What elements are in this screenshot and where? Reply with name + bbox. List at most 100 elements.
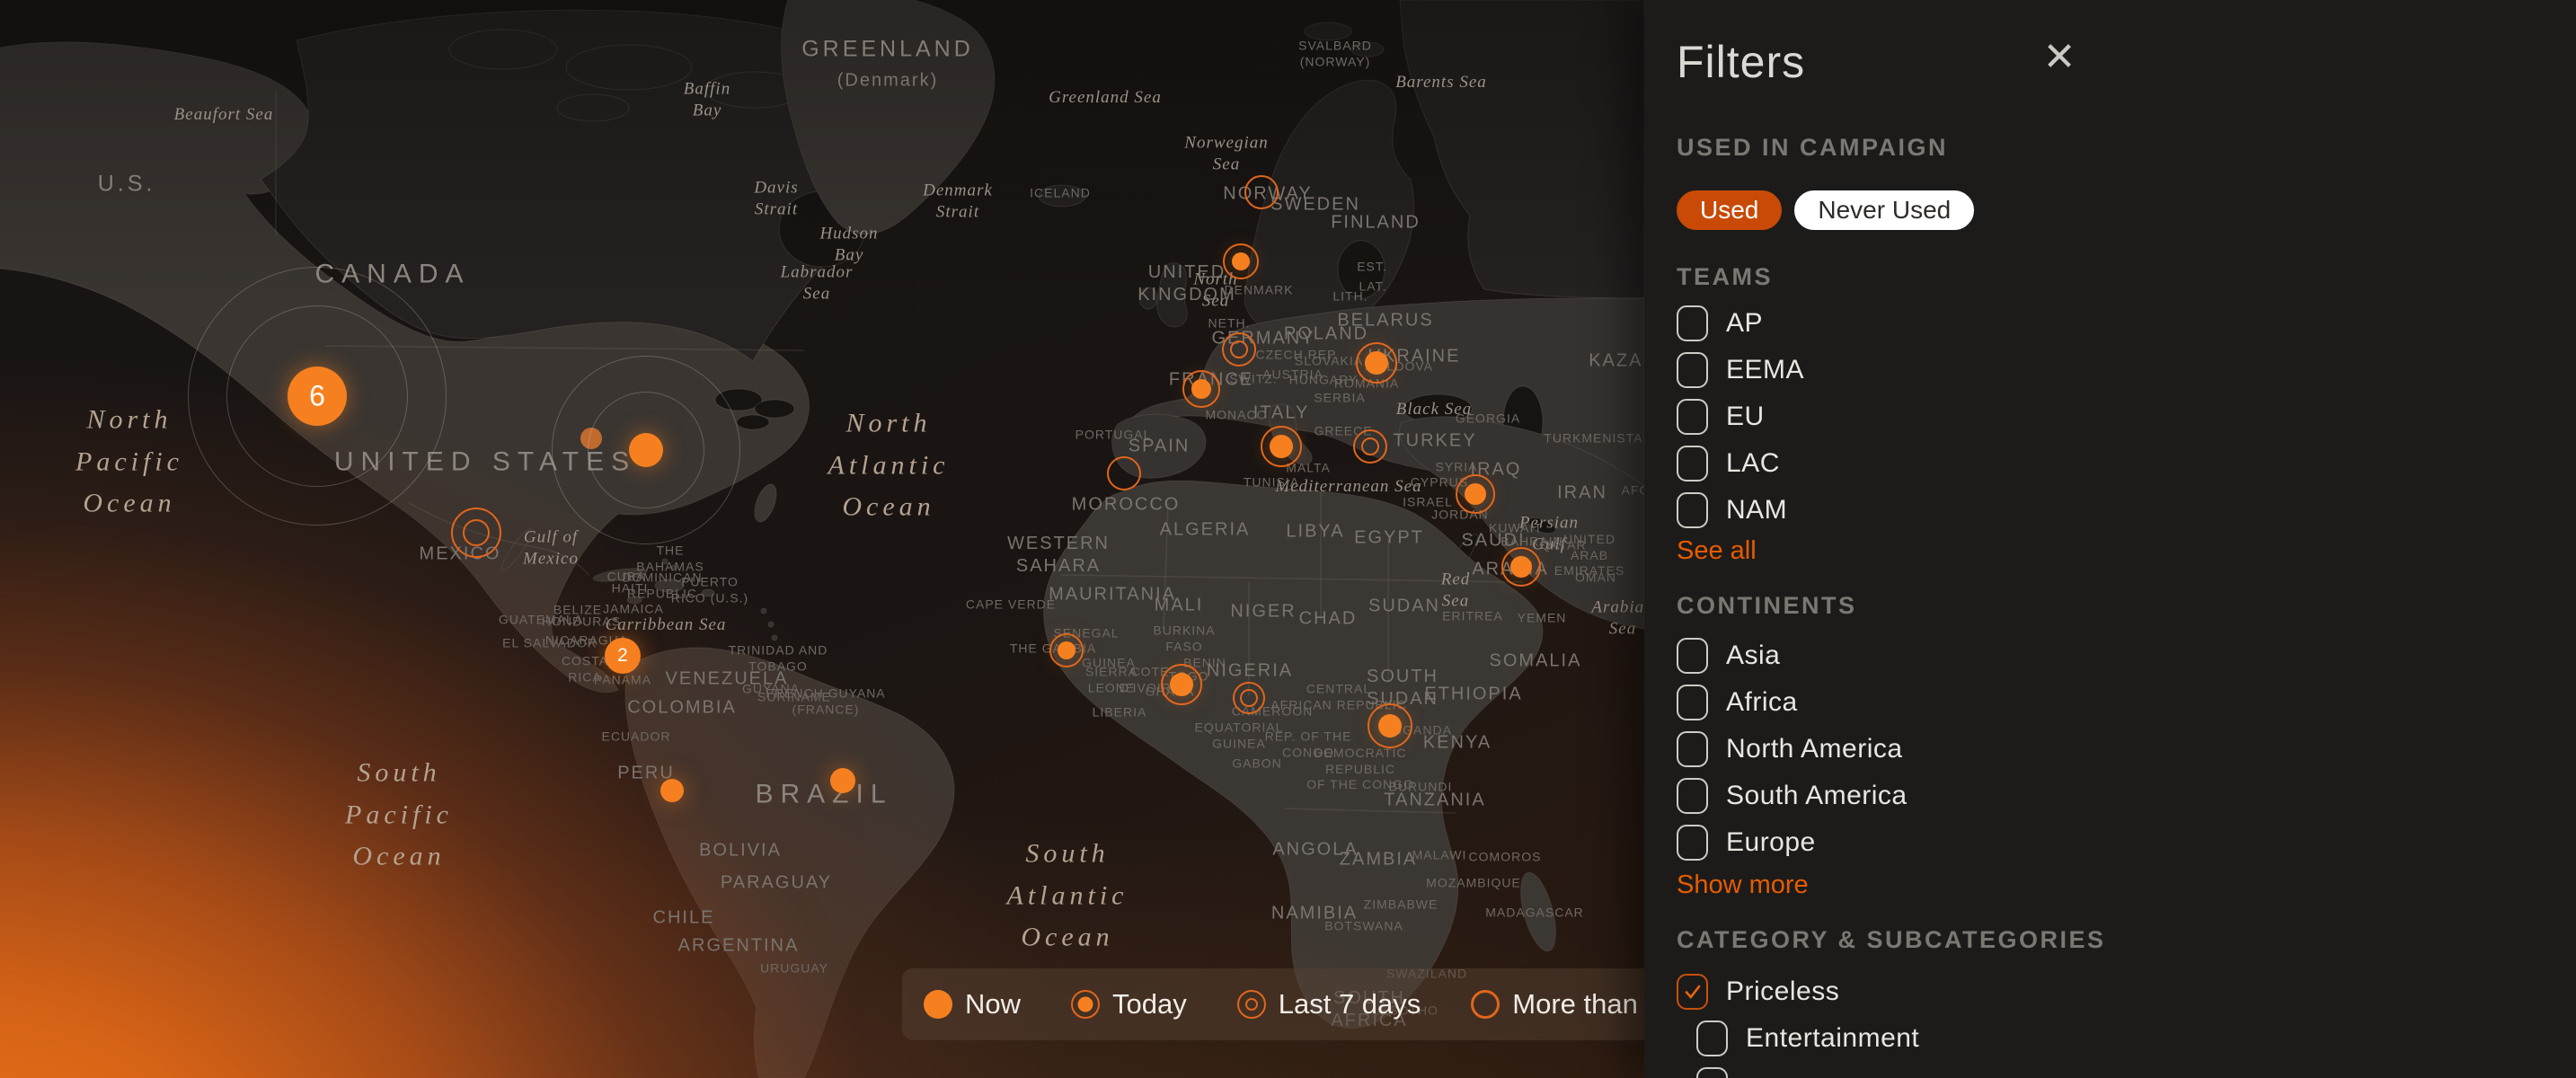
checkbox[interactable]	[1677, 399, 1708, 435]
checkbox-label: South America	[1726, 781, 1908, 811]
map-legend: Now Today Last 7 days More than 7 days ago	[902, 968, 1644, 1040]
app-screen: GREENLAND(Denmark)SVALBARD (NORWAY)U.S.C…	[0, 0, 2576, 1078]
map-label: KAZAK	[1589, 350, 1644, 373]
map-label: North Pacific Ocean	[75, 399, 183, 525]
map-label: EGYPT	[1354, 527, 1424, 550]
checkbox-row	[1677, 1062, 2576, 1078]
map-label: BURKINA FASO	[1153, 623, 1215, 655]
checkbox-row: LAC	[1677, 440, 2576, 487]
map-label: COMOROS	[1469, 849, 1542, 865]
map-label: ARGENTINA	[678, 935, 800, 958]
checkbox[interactable]	[1677, 305, 1708, 341]
legend-label: More than 7 days ago	[1512, 988, 1644, 1021]
checkbox[interactable]	[1677, 731, 1708, 767]
map-label: Labrador Sea	[781, 261, 854, 305]
marker-dot	[1270, 435, 1293, 458]
map-label: WESTERN SAHARA	[1007, 533, 1110, 578]
more7-marker-icon	[1471, 990, 1500, 1019]
marker-dot	[660, 779, 684, 802]
legend-item: Today	[1071, 988, 1187, 1021]
legend-item: Last 7 days	[1237, 988, 1421, 1021]
section-teams: TEAMS	[1677, 262, 2576, 291]
checkbox-label: Priceless	[1726, 976, 1839, 1007]
marker-dot	[1170, 673, 1193, 696]
close-icon[interactable]: ✕	[2034, 32, 2085, 83]
section-category-subcategories: CATEGORY & SUBCATEGORIES	[1677, 925, 2576, 954]
show-more-link[interactable]: Show more	[1677, 870, 1809, 900]
map-label: Hudson Bay	[819, 223, 878, 266]
checkbox[interactable]	[1677, 638, 1708, 674]
marker-dot	[1510, 556, 1532, 578]
used-filter-pill[interactable]: Never Used	[1794, 190, 1974, 230]
map-label: PARAGUAY	[721, 872, 832, 895]
map-label: TURKMENISTAN	[1544, 430, 1644, 446]
checkbox[interactable]	[1677, 446, 1708, 482]
marker-ring	[1244, 175, 1279, 209]
map-label: TUNISIA	[1244, 474, 1299, 490]
map-label: BELARUS	[1337, 310, 1433, 332]
marker-inner-ring	[1361, 437, 1379, 455]
map-label: MOZAMBIQUE	[1426, 875, 1521, 891]
checkbox[interactable]	[1677, 685, 1708, 720]
map-label: LIBYA	[1286, 521, 1344, 543]
map-label: SERBIA	[1314, 390, 1365, 406]
map-label: SUDAN	[1368, 596, 1440, 618]
map-label: URUGUAY	[760, 960, 828, 976]
map-label: Norwegian Sea	[1184, 132, 1268, 175]
marker-count: 2	[617, 645, 628, 667]
map-label: SOMALIA	[1490, 650, 1582, 673]
map-label: NIGERIA	[1207, 660, 1293, 683]
map-label: TURKEY	[1393, 430, 1476, 453]
checkbox-row: Africa	[1677, 679, 2576, 726]
map-label: PUERTO RICO (U.S.)	[671, 575, 748, 606]
map-label: Denmark Strait	[923, 180, 993, 223]
checkbox-row: NAM	[1677, 487, 2576, 534]
legend-label: Now	[965, 988, 1021, 1021]
checkbox[interactable]	[1677, 778, 1708, 814]
map-label: HUNGARY	[1289, 372, 1359, 388]
map-label: LITH.	[1332, 288, 1368, 305]
map-label: HONDURAS	[542, 614, 621, 630]
marker-dot	[1232, 252, 1250, 270]
map-label: Greenland Sea	[1049, 87, 1162, 109]
marker-dot	[830, 768, 855, 793]
checkbox[interactable]	[1677, 492, 1708, 528]
checkbox-label: North America	[1726, 734, 1903, 764]
checkbox-row: South America	[1677, 773, 2576, 819]
checkbox[interactable]	[1677, 825, 1708, 861]
map-label: MALI	[1155, 595, 1204, 617]
map-label: ICELAND	[1030, 185, 1091, 201]
map-label: SWITZ.	[1229, 371, 1277, 387]
checkbox[interactable]	[1677, 352, 1708, 388]
checkbox[interactable]	[1696, 1067, 1728, 1078]
map-label: ALGERIA	[1160, 519, 1251, 542]
checkbox[interactable]	[1677, 974, 1708, 1010]
marker-inner-ring	[1240, 689, 1258, 707]
checkbox-label: Asia	[1726, 641, 1780, 671]
panel-title: Filters	[1677, 36, 2576, 88]
map-label: SYRIA	[1435, 459, 1477, 475]
teams-list: APEEMAEULACNAM	[1677, 300, 2576, 534]
marker-dot	[1191, 379, 1211, 399]
today-marker-icon	[1071, 990, 1100, 1019]
map-label: Davis Strait	[754, 177, 798, 220]
checkbox[interactable]	[1696, 1021, 1728, 1056]
map-label: South Atlantic Ocean	[1007, 833, 1129, 959]
checkbox-label: Entertainment	[1746, 1023, 1919, 1054]
map-label: BOLIVIA	[699, 840, 782, 862]
checkbox-label: AP	[1726, 308, 1763, 339]
map-label: KENYA	[1423, 732, 1492, 755]
used-filter-pills: Used Never Used	[1677, 190, 2576, 230]
map-label: Barents Sea	[1395, 72, 1487, 93]
see-all-link[interactable]: See all	[1677, 535, 1757, 566]
map-label: ZAMBIA	[1340, 849, 1417, 871]
map-label: CHAD	[1299, 608, 1358, 631]
filters-panel: Filters ✕ USED IN CAMPAIGN UsedNever Use…	[1644, 0, 2576, 1078]
map-label: YEMEN	[1518, 610, 1567, 626]
marker-ring	[1107, 456, 1141, 490]
checkbox-label: EU	[1726, 402, 1765, 432]
map-label: MONACO	[1206, 407, 1268, 423]
used-filter-pill[interactable]: Used	[1677, 190, 1782, 230]
world-map[interactable]: GREENLAND(Denmark)SVALBARD (NORWAY)U.S.C…	[0, 0, 1644, 1078]
map-label: TANZANIA	[1384, 790, 1485, 812]
